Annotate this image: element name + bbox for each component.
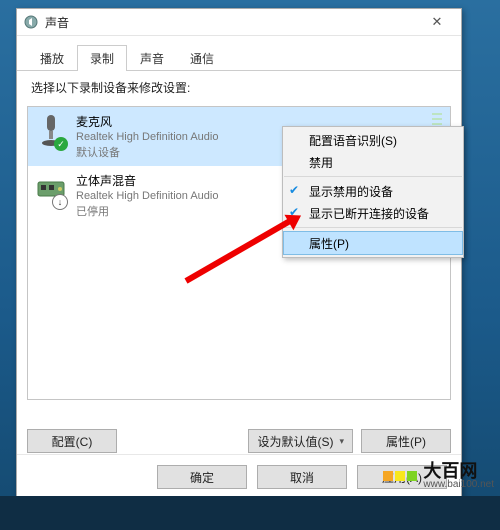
check-icon: ✔ <box>289 183 303 197</box>
context-menu: 配置语音识别(S) 禁用 ✔ 显示禁用的设备 ✔ 显示已断开连接的设备 属性(P) <box>282 126 464 258</box>
tabs-row: 播放 录制 声音 通信 <box>17 36 461 71</box>
watermark: 大百网 www.bai100.net <box>383 462 494 490</box>
microphone-icon: ✓ <box>36 113 66 149</box>
menu-show-disconnected[interactable]: ✔ 显示已断开连接的设备 <box>283 202 463 224</box>
sound-dialog-icon <box>23 14 39 30</box>
default-badge-icon: ✓ <box>54 137 68 151</box>
menu-label: 显示已断开连接的设备 <box>309 205 429 222</box>
set-default-button[interactable]: 设为默认值(S) <box>248 429 353 453</box>
close-button[interactable]: ✕ <box>419 14 455 30</box>
menu-label: 配置语音识别(S) <box>309 132 397 149</box>
menu-separator <box>284 227 462 228</box>
desktop: 声音 ✕ 播放 录制 声音 通信 选择以下录制设备来修改设置: ✓ 麦克风 Re… <box>0 0 500 530</box>
tab-playback[interactable]: 播放 <box>27 45 77 71</box>
watermark-logo-icon <box>383 471 417 481</box>
cancel-button[interactable]: 取消 <box>257 465 347 489</box>
dialog-footer-row: 配置(C) 设为默认值(S) 属性(P) <box>27 429 451 453</box>
tab-communications[interactable]: 通信 <box>177 45 227 71</box>
watermark-text: 大百网 www.bai100.net <box>423 462 494 490</box>
configure-button[interactable]: 配置(C) <box>27 429 117 453</box>
menu-disable[interactable]: 禁用 <box>283 151 463 173</box>
tab-sounds[interactable]: 声音 <box>127 45 177 71</box>
menu-show-disabled[interactable]: ✔ 显示禁用的设备 <box>283 180 463 202</box>
menu-separator <box>284 176 462 177</box>
watermark-cn: 大百网 <box>423 462 494 480</box>
instruction-text: 选择以下录制设备来修改设置: <box>31 79 447 96</box>
disabled-badge-icon: ↓ <box>52 194 68 210</box>
properties-button[interactable]: 属性(P) <box>361 429 451 453</box>
menu-configure-speech[interactable]: 配置语音识别(S) <box>283 129 463 151</box>
menu-label: 禁用 <box>309 154 333 171</box>
soundcard-icon: ↓ <box>36 172 66 208</box>
watermark-en: www.bai100.net <box>423 480 494 490</box>
tab-recording[interactable]: 录制 <box>77 45 127 71</box>
dialog-title: 声音 <box>45 14 419 31</box>
check-icon: ✔ <box>289 205 303 219</box>
menu-properties[interactable]: 属性(P) <box>283 231 463 255</box>
titlebar: 声音 ✕ <box>17 9 461 36</box>
ok-button[interactable]: 确定 <box>157 465 247 489</box>
taskbar[interactable] <box>0 496 500 530</box>
menu-label: 属性(P) <box>309 235 349 252</box>
menu-label: 显示禁用的设备 <box>309 183 393 200</box>
